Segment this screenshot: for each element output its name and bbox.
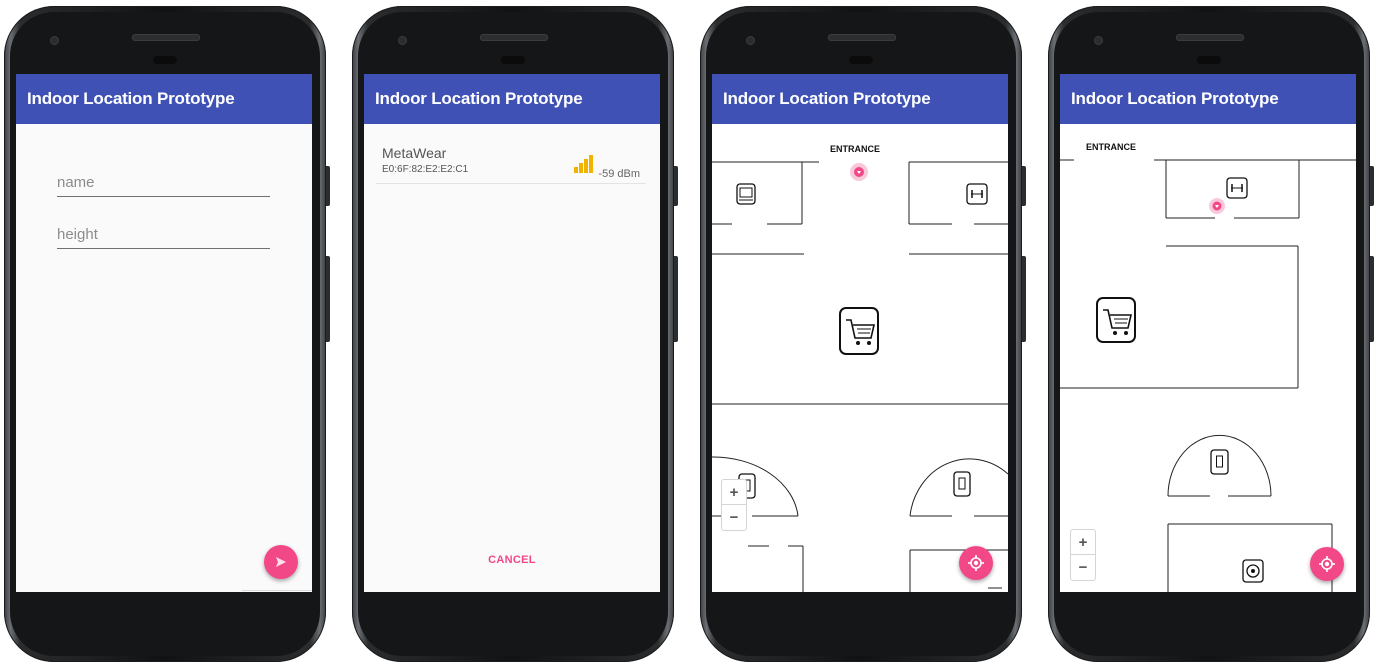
app-bar-title: Indoor Location Prototype [364, 74, 660, 124]
floor-map[interactable]: ENTRANCE [1060, 124, 1356, 592]
phone-icon [953, 471, 971, 497]
speaker-grille [480, 34, 548, 41]
phone-icon [1210, 449, 1229, 475]
height-field[interactable]: height [57, 226, 270, 249]
my-location-button[interactable] [1310, 547, 1344, 581]
sensor-icon [746, 36, 755, 45]
send-icon [276, 557, 286, 567]
zoom-out-button[interactable]: − [1071, 555, 1095, 580]
floor-map[interactable]: ENTRANCE [712, 124, 1008, 592]
speaker-grille [1176, 34, 1244, 41]
send-button[interactable] [264, 545, 298, 579]
name-placeholder: name [57, 174, 95, 191]
name-field[interactable]: name [57, 174, 270, 197]
volume-button [674, 166, 678, 206]
volume-button [326, 166, 330, 206]
floor-map-screen-zoomed: Indoor Location Prototype ENTRANCE + − [1060, 74, 1356, 592]
app-bar-title: Indoor Location Prototype [1060, 74, 1356, 124]
camera-icon [849, 56, 873, 64]
phone-frame-3: Indoor Location Prototype ENTRANCE + − [700, 6, 1026, 662]
my-location-icon [1319, 556, 1335, 572]
device-rssi: -59 dBm [598, 168, 640, 180]
power-button [1370, 256, 1374, 342]
cancel-button[interactable]: CANCEL [364, 554, 660, 566]
camera-icon [501, 56, 525, 64]
power-button [1022, 256, 1026, 342]
location-marker-icon [850, 163, 868, 181]
sensor-icon [50, 36, 59, 45]
device-scan-screen: Indoor Location Prototype MetaWear E0:6F… [364, 74, 660, 592]
device-name: MetaWear [382, 145, 447, 161]
volume-button [1370, 166, 1374, 206]
floor-map-screen: Indoor Location Prototype ENTRANCE + − [712, 74, 1008, 592]
entrance-label: ENTRANCE [1086, 142, 1136, 152]
zoom-control: + − [721, 479, 747, 531]
location-marker-icon [1209, 198, 1225, 214]
my-location-button[interactable] [959, 546, 993, 580]
power-button [326, 256, 330, 342]
bottom-divider [242, 590, 312, 591]
speaker-grille [132, 34, 200, 41]
camera-icon [153, 56, 177, 64]
device-list-item[interactable]: MetaWear E0:6F:82:E2:E2:C1 -59 dBm [376, 143, 646, 184]
shopping-cart-icon [1096, 297, 1136, 343]
volume-button [1022, 166, 1026, 206]
sensor-icon [1094, 36, 1103, 45]
device-mac-address: E0:6F:82:E2:E2:C1 [382, 164, 469, 175]
laptop-icon [736, 183, 756, 205]
phone-frame-2: Indoor Location Prototype MetaWear E0:6F… [352, 6, 678, 662]
camera-icon [1197, 56, 1221, 64]
zoom-control: + − [1070, 529, 1096, 581]
football-icon [1242, 559, 1264, 583]
phone-frame-4: Indoor Location Prototype ENTRANCE + − [1048, 6, 1374, 662]
sensor-icon [398, 36, 407, 45]
my-location-icon [968, 555, 984, 571]
app-bar-title: Indoor Location Prototype [16, 74, 312, 124]
speaker-grille [828, 34, 896, 41]
signal-strength-icon [574, 155, 593, 173]
zoom-out-button[interactable]: − [722, 505, 746, 530]
app-bar-title: Indoor Location Prototype [712, 74, 1008, 124]
entrance-label: ENTRANCE [830, 144, 880, 154]
zoom-in-button[interactable]: + [1071, 530, 1095, 555]
phone-frame-1: Indoor Location Prototype name height [4, 6, 330, 662]
height-placeholder: height [57, 226, 98, 243]
shopping-cart-icon [839, 307, 879, 355]
zoom-in-button[interactable]: + [722, 480, 746, 505]
form-screen: Indoor Location Prototype name height [16, 74, 312, 592]
dumbbell-icon [966, 183, 988, 205]
dumbbell-icon [1226, 177, 1248, 199]
power-button [674, 256, 678, 342]
